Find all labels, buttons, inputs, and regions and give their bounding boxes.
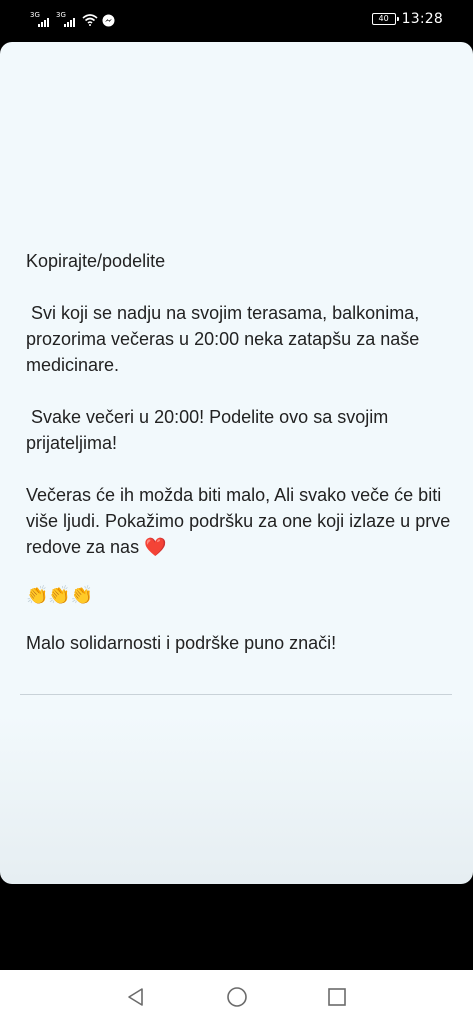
post-paragraph-text: Večeras će ih možda biti malo, Ali svako…: [26, 485, 456, 557]
post-paragraph: Večeras će ih možda biti malo, Ali svako…: [26, 482, 451, 560]
phone-screen: 3G 3G 40 13:28 Kopirajte/podelite Svi ko…: [0, 0, 473, 1024]
clapping-emojis: 👏👏👏: [26, 585, 94, 605]
post-title: Kopirajte/podelite: [26, 251, 166, 271]
clock: 13:28: [401, 11, 443, 27]
divider: [20, 694, 452, 695]
post-closing: Malo solidarnosti i podrške puno znači!: [26, 633, 337, 653]
post-paragraph: Svake večeri u 20:00! Podelite ovo sa sv…: [26, 407, 394, 453]
post-text: Kopirajte/podelite Svi koji se nadju na …: [26, 248, 451, 656]
signal-icon: 3G: [56, 12, 78, 28]
messenger-icon: [102, 14, 115, 27]
battery-level: 40: [378, 14, 389, 23]
home-icon[interactable]: [225, 985, 249, 1009]
heart-emoji: ❤️: [144, 537, 167, 557]
wifi-icon: [82, 14, 98, 26]
battery-icon: 40: [371, 13, 399, 25]
status-bar: 3G 3G 40 13:28: [0, 0, 473, 40]
recent-apps-icon[interactable]: [325, 985, 349, 1009]
post-card: Kopirajte/podelite Svi koji se nadju na …: [0, 42, 473, 884]
navigation-bar: [0, 970, 473, 1024]
status-left-icons: 3G 3G: [30, 10, 115, 30]
status-right-icons: 40 13:28: [371, 9, 443, 29]
back-icon[interactable]: [124, 985, 148, 1009]
post-paragraph: Svi koji se nadju na svojim terasama, ba…: [26, 303, 425, 375]
signal-icon: 3G: [30, 12, 52, 28]
